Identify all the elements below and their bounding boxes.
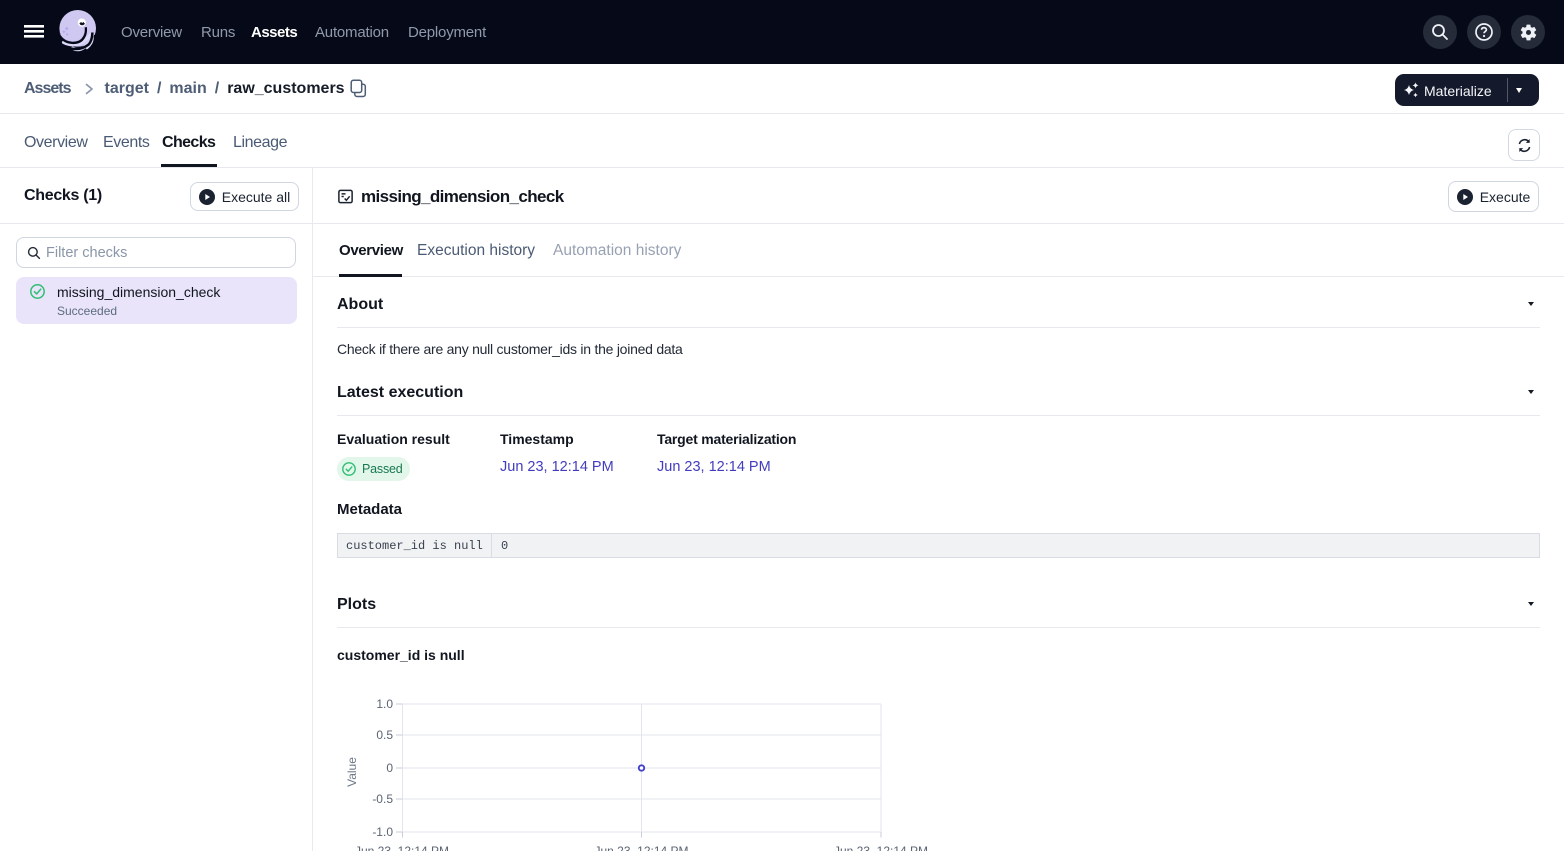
- svg-text:-0.5: -0.5: [372, 792, 393, 806]
- svg-text:1.0: 1.0: [376, 697, 393, 711]
- svg-text:0: 0: [386, 761, 393, 775]
- svg-text:Jun 23, 12:14 PM: Jun 23, 12:14 PM: [355, 844, 449, 851]
- svg-text:Value: Value: [345, 757, 359, 787]
- svg-text:Jun 23, 12:14 PM: Jun 23, 12:14 PM: [594, 844, 688, 851]
- svg-text:Jun 23, 12:14 PM: Jun 23, 12:14 PM: [834, 844, 928, 851]
- svg-text:0.5: 0.5: [376, 728, 393, 742]
- svg-text:-1.0: -1.0: [372, 825, 393, 839]
